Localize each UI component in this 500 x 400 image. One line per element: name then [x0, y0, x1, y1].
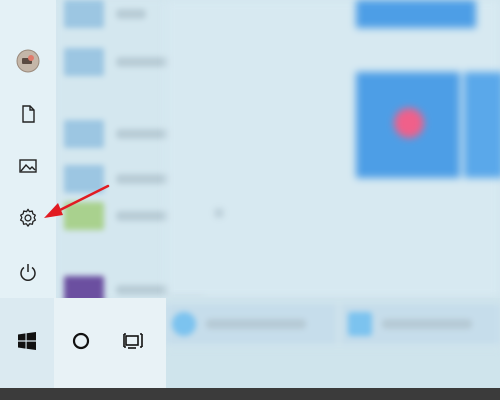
search-circle-icon [71, 331, 91, 356]
document-icon [18, 104, 38, 124]
windows-logo-icon [17, 331, 37, 356]
task-view-button[interactable] [106, 298, 160, 388]
rail-item-settings[interactable] [0, 194, 56, 242]
tile[interactable] [166, 304, 336, 344]
rail-item-pictures[interactable] [0, 142, 56, 190]
power-icon [18, 262, 38, 282]
start-menu [0, 0, 500, 298]
list-item[interactable] [64, 202, 200, 230]
list-item[interactable] [64, 48, 206, 76]
task-view-icon [122, 331, 144, 356]
start-rail [0, 0, 56, 298]
list-item[interactable] [64, 120, 180, 148]
list-item[interactable] [64, 276, 206, 298]
tile[interactable] [356, 72, 460, 178]
tile[interactable] [342, 304, 500, 344]
start-button[interactable] [0, 298, 54, 388]
list-item[interactable] [64, 0, 164, 28]
list-item[interactable] [64, 165, 216, 193]
taskbar [0, 298, 166, 388]
tiles-pane-blurred [166, 0, 500, 298]
user-avatar [16, 49, 40, 73]
screen-bottom-edge [0, 388, 500, 400]
gear-icon [17, 207, 39, 229]
rail-item-user[interactable] [0, 37, 56, 85]
bottom-tiles-blurred [166, 298, 500, 350]
app-list-blurred [56, 0, 216, 298]
rail-item-power[interactable] [0, 248, 56, 296]
search-button[interactable] [54, 298, 108, 388]
rail-item-documents[interactable] [0, 90, 56, 138]
image-icon [18, 156, 38, 176]
tile[interactable] [464, 72, 500, 178]
tile[interactable] [356, 0, 476, 28]
